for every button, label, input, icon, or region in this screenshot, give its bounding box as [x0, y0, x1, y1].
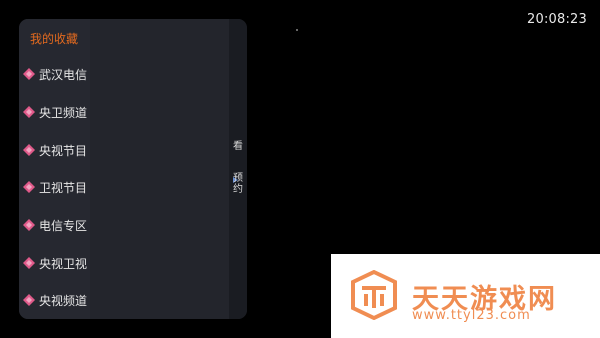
category-item-cctv-programs[interactable]: 央视节目: [22, 140, 92, 160]
diamond-icon: [23, 294, 35, 306]
site-logo-icon: [351, 270, 397, 320]
category-item-telecom-zone[interactable]: 电信专区: [22, 215, 92, 235]
channel-panel: 我的收藏 武汉电信 央卫频道 央视节目 卫视节目 电信专区 央视卫视 央视频道 …: [19, 19, 247, 319]
reserve-label-bottom[interactable]: 约: [231, 184, 245, 195]
diamond-icon: [23, 106, 35, 118]
diamond-icon: [23, 181, 35, 193]
category-item-cctv-channels[interactable]: 央视频道: [22, 290, 92, 310]
reserve-label-top[interactable]: 预: [231, 173, 245, 184]
category-label: 央视频道: [39, 293, 88, 308]
channel-list-column: [90, 19, 229, 319]
watermark: 天天游戏网 www.ttyl23.com: [331, 254, 600, 338]
category-item-satellite-programs[interactable]: 卫视节目: [22, 177, 92, 197]
category-label: 武汉电信: [39, 67, 88, 82]
clock: 20:08:23: [527, 12, 587, 27]
category-item-cctv-satellite[interactable]: 央视卫视: [22, 253, 92, 273]
category-label: 电信专区: [39, 218, 88, 233]
watermark-url: www.ttyl23.com: [412, 308, 531, 323]
side-action-column: [229, 19, 247, 319]
category-label: 央卫频道: [39, 105, 88, 120]
diamond-icon: [23, 257, 35, 269]
diamond-icon: [23, 219, 35, 231]
diamond-icon: [23, 144, 35, 156]
diamond-icon: [23, 68, 35, 80]
watch-label[interactable]: 看: [231, 141, 245, 152]
pointer-dot: [296, 29, 298, 31]
category-item-central-satellite[interactable]: 央卫频道: [22, 102, 92, 122]
category-label: 央视节目: [39, 143, 88, 158]
category-label: 卫视节目: [39, 180, 88, 195]
category-label: 央视卫视: [39, 256, 88, 271]
favorites-title[interactable]: 我的收藏: [30, 30, 78, 47]
category-item-wuhan-telecom[interactable]: 武汉电信: [22, 64, 92, 84]
